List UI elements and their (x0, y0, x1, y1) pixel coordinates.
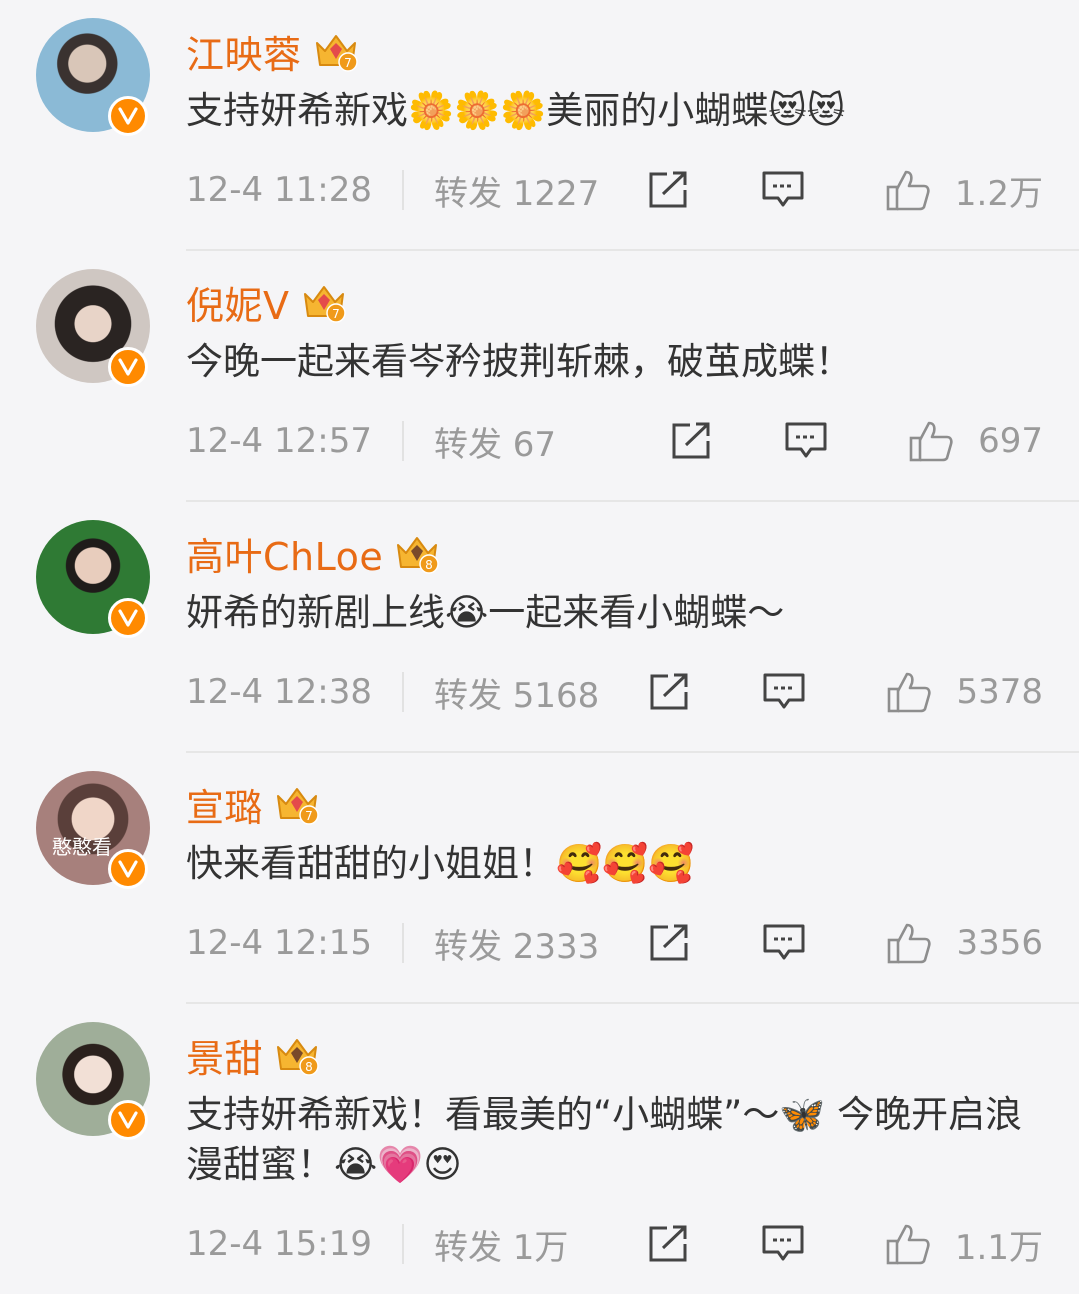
svg-text:8: 8 (425, 558, 433, 572)
like-count: 1.1万 (954, 1227, 1043, 1268)
verified-v-icon (108, 347, 148, 387)
post-item: 景甜 8 支持妍希新戏！看最美的“小蝴蝶”～🦋 今晚开启浪漫甜蜜！😭💗😍 12-… (0, 1004, 1079, 1294)
like-icon[interactable] (886, 670, 932, 714)
meta-divider (401, 1224, 404, 1264)
share-icon[interactable] (647, 1224, 691, 1264)
post-text: 今晚一起来看岑矜披荆斩棘，破茧成蝶！ (186, 340, 852, 383)
like-count: 697 (978, 421, 1043, 461)
share-icon[interactable] (648, 672, 692, 712)
post-meta: 12-4 12:38 转发 5168 5378 (186, 666, 1079, 718)
verified-v-icon (108, 1100, 148, 1140)
comment-icon[interactable] (761, 170, 805, 210)
meta-divider (401, 170, 404, 210)
svg-text:8: 8 (305, 1060, 313, 1074)
like-count: 1.2万 (954, 173, 1043, 214)
like-icon[interactable] (886, 921, 932, 965)
like-icon[interactable] (885, 1222, 931, 1266)
post-time: 12-4 12:15 (186, 923, 372, 963)
post-item: 倪妮V 7 今晚一起来看岑矜披荆斩棘，破茧成蝶！ 12-4 12:57 转发 6… (0, 251, 1079, 502)
username[interactable]: 倪妮V (186, 275, 290, 330)
repost-count[interactable]: 转发 1227 (434, 166, 599, 215)
post-item: 憨憨看 宣璐 7 快来看甜甜的小姐姐！🥰🥰🥰 12-4 12:15 转发 233… (0, 753, 1079, 1004)
share-icon[interactable] (670, 421, 714, 461)
like-icon[interactable] (908, 419, 954, 463)
username[interactable]: 景甜 (186, 1028, 263, 1083)
post-time: 12-4 12:38 (186, 672, 372, 712)
comment-icon[interactable] (762, 672, 806, 712)
post-text: 妍希的新剧上线😭一起来看小蝴蝶～ (186, 591, 785, 634)
post-time: 12-4 11:28 (186, 170, 372, 210)
svg-text:7: 7 (344, 56, 352, 70)
verified-v-icon (108, 598, 148, 638)
like-icon[interactable] (885, 168, 931, 212)
avatar-caption: 憨憨看 (52, 835, 112, 859)
share-icon[interactable] (647, 170, 691, 210)
verified-v-icon (108, 849, 148, 889)
svg-text:7: 7 (305, 809, 313, 823)
post-item: 高叶ChLoe 8 妍希的新剧上线😭一起来看小蝴蝶～ 12-4 12:38 转发… (0, 502, 1079, 753)
post-text: 支持妍希新戏！看最美的“小蝴蝶”～🦋 今晚开启浪漫甜蜜！😭💗😍 (186, 1093, 1023, 1186)
comment-icon[interactable] (762, 923, 806, 963)
share-icon[interactable] (648, 923, 692, 963)
comment-icon[interactable] (784, 421, 828, 461)
verified-v-icon (108, 96, 148, 136)
crown-badge-icon: 7 (315, 35, 358, 72)
post-time: 12-4 15:19 (186, 1224, 372, 1264)
post-text: 支持妍希新戏🌼🌼🌼美丽的小蝴蝶😻😻 (186, 89, 846, 132)
post-item: 江映蓉 7 支持妍希新戏🌼🌼🌼美丽的小蝴蝶😻😻 12-4 11:28 转发 12… (0, 0, 1079, 251)
post-meta: 12-4 12:57 转发 67 697 (186, 415, 1079, 467)
post-time: 12-4 12:57 (186, 421, 372, 461)
post-text: 快来看甜甜的小姐姐！🥰🥰🥰 (186, 842, 695, 885)
username[interactable]: 江映蓉 (186, 24, 302, 79)
username[interactable]: 高叶ChLoe (186, 526, 383, 581)
meta-divider (401, 923, 404, 963)
repost-count[interactable]: 转发 5168 (434, 668, 599, 717)
meta-divider (401, 421, 404, 461)
crown-badge-icon: 7 (277, 788, 319, 825)
meta-divider (401, 672, 404, 712)
crown-badge-icon: 7 (303, 286, 346, 323)
repost-count[interactable]: 转发 1万 (434, 1220, 568, 1269)
comment-feed: 江映蓉 7 支持妍希新戏🌼🌼🌼美丽的小蝴蝶😻😻 12-4 11:28 转发 12… (0, 0, 1079, 1285)
crown-badge-icon: 8 (277, 1039, 319, 1076)
post-meta: 12-4 11:28 转发 1227 1.2万 (186, 164, 1079, 216)
post-meta: 12-4 12:15 转发 2333 3356 (186, 917, 1079, 969)
repost-count[interactable]: 转发 2333 (434, 919, 599, 968)
comment-icon[interactable] (761, 1224, 805, 1264)
crown-badge-icon: 8 (397, 537, 439, 574)
repost-count[interactable]: 转发 67 (434, 417, 556, 466)
like-count: 3356 (956, 923, 1043, 963)
svg-text:7: 7 (332, 307, 340, 321)
username[interactable]: 宣璐 (186, 777, 263, 832)
like-count: 5378 (956, 672, 1043, 712)
post-meta: 12-4 15:19 转发 1万 1.1万 (186, 1218, 1079, 1270)
